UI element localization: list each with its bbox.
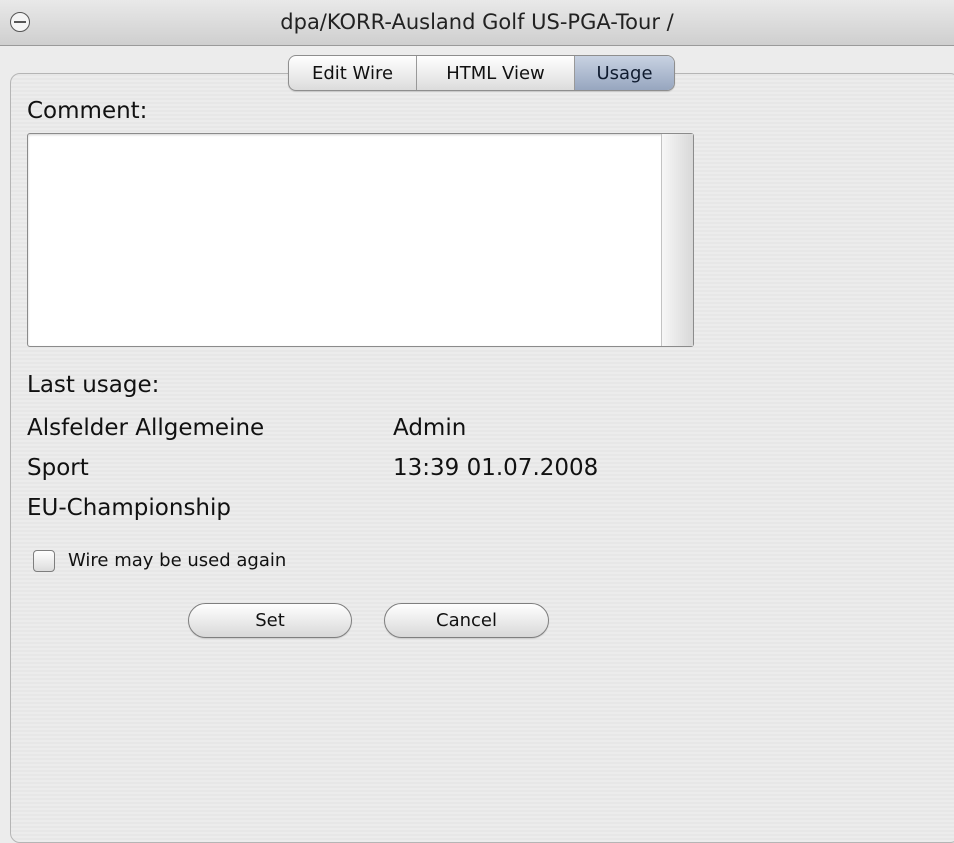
comment-label: Comment: [27,98,148,124]
last-usage-section: Sport [27,455,89,481]
title-bar: dpa/KORR-Ausland Golf US-PGA-Tour / [0,0,954,46]
last-usage-timestamp: 13:39 01.07.2008 [393,455,599,481]
tab-html-view[interactable]: HTML View [416,56,574,90]
tab-edit-wire[interactable]: Edit Wire [289,56,416,90]
window-title: dpa/KORR-Ausland Golf US-PGA-Tour / [280,10,674,34]
comment-textarea[interactable] [27,133,694,347]
tab-usage[interactable]: Usage [574,56,674,90]
last-usage-label: Last usage: [27,372,160,398]
last-usage-event: EU-Championship [27,495,231,521]
last-usage-customer: Alsfelder Allgemeine [27,415,265,441]
last-usage-user: Admin [393,415,467,441]
wire-reuse-checkbox[interactable] [33,550,55,572]
cancel-button[interactable]: Cancel [384,603,549,638]
wire-reuse-label: Wire may be used again [68,550,287,571]
tab-bar: Edit Wire HTML View Usage [288,55,675,91]
comment-scrollbar[interactable] [661,134,693,346]
set-button[interactable]: Set [188,603,352,638]
